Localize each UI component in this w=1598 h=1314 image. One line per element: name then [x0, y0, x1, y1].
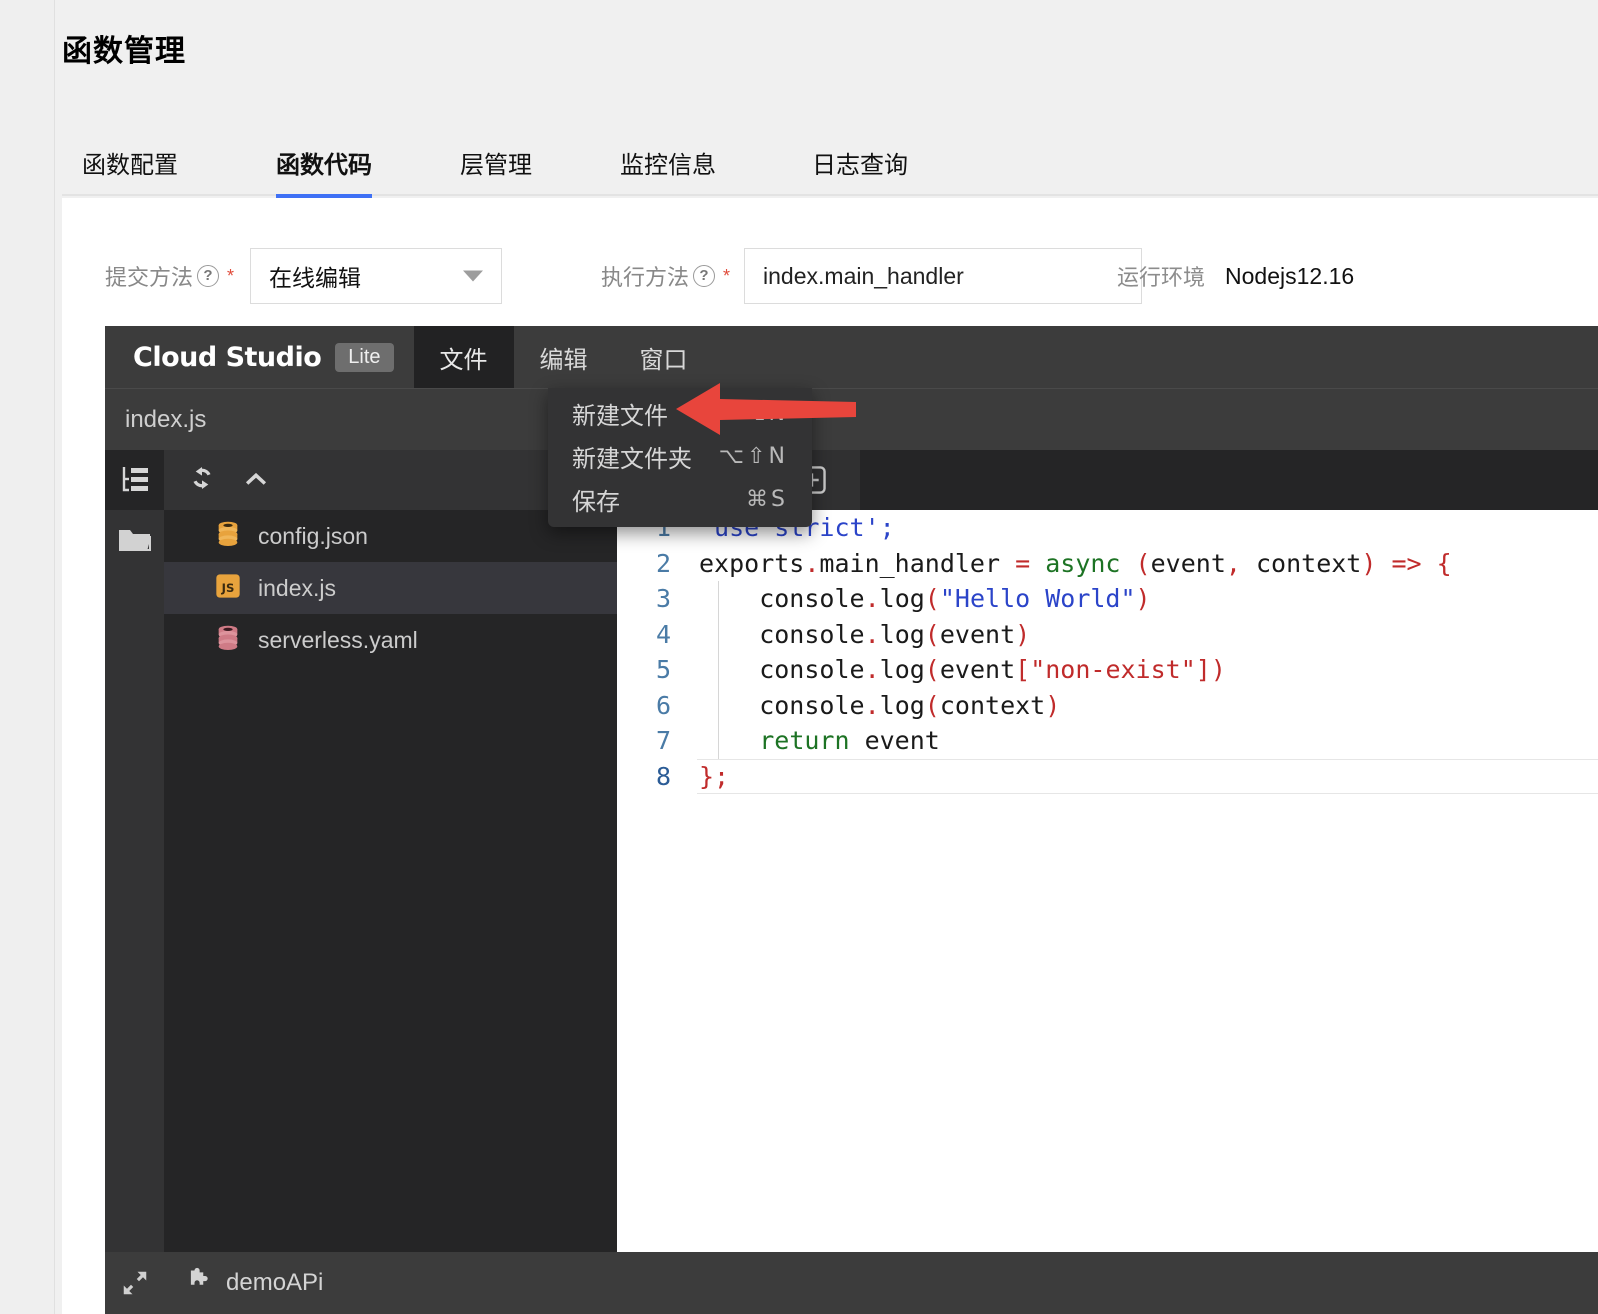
submit-method-value: 在线编辑 — [269, 265, 362, 291]
file-tree-toggle[interactable] — [105, 450, 164, 510]
tree-view-icon — [122, 467, 148, 492]
file-name: serverless.yaml — [258, 626, 418, 653]
folder-icon — [118, 530, 151, 551]
brand-badge: Lite — [335, 342, 394, 372]
js-file-icon: JS — [214, 572, 242, 605]
runtime-value: Nodejs12.16 — [1225, 262, 1355, 289]
tab-bar: 函数配置 函数代码 层管理 监控信息 日志查询 — [62, 128, 1598, 198]
editor-area: index.js 1 'use strict'; — [617, 450, 1598, 1252]
cloud-studio-ide: Cloud Studio Lite 文件 编辑 窗口 index.js conf… — [105, 326, 1598, 1314]
code-line: 6 console.log(context) — [617, 688, 1598, 724]
page-title: 函数管理 — [62, 35, 186, 68]
tab-function-code[interactable]: 函数代码 — [276, 128, 372, 198]
line-number: 3 — [655, 584, 671, 614]
menu-edit[interactable]: 编辑 — [514, 326, 614, 388]
folder-toggle[interactable] — [105, 510, 164, 570]
help-icon[interactable]: ? — [197, 265, 220, 287]
ide-status-bar: demoAPi — [105, 1252, 1598, 1314]
line-text: console.log(event["non-exist"]) — [699, 655, 1226, 685]
menu-item-shortcut: ⌥N — [740, 401, 788, 426]
expand-button[interactable] — [105, 1252, 164, 1314]
line-number: 2 — [655, 548, 671, 578]
handler-label-text: 执行方法 — [601, 265, 690, 290]
code-line: 7 return event — [617, 723, 1598, 759]
menu-window[interactable]: 窗口 — [614, 326, 714, 388]
line-text: exports.main_handler = async (event, con… — [699, 548, 1452, 578]
content-card: 提交方法 ? * 在线编辑 执行方法 ? * 运行环境 N — [62, 198, 1598, 1314]
line-text: console.log("Hello World") — [699, 584, 1151, 614]
app-root: 函数管理 函数配置 函数代码 层管理 监控信息 日志查询 提交方法 ? * 在线… — [0, 0, 1598, 1314]
tab-function-config[interactable]: 函数配置 — [82, 128, 178, 196]
line-text: console.log(event) — [699, 619, 1031, 649]
menu-item-shortcut: ⌥⇧N — [718, 444, 788, 469]
menu-item-label: 保存 — [572, 489, 620, 516]
line-text: }; — [699, 761, 730, 791]
code-line: 5 console.log(event["non-exist"]) — [617, 652, 1598, 688]
refresh-icon[interactable] — [188, 464, 216, 497]
menu-item-save[interactable]: 保存 ⌘S — [548, 478, 812, 521]
submit-method-label: 提交方法 ? * — [105, 260, 234, 292]
menu-file[interactable]: 文件 — [413, 326, 514, 388]
menu-item-shortcut: ⌘S — [746, 487, 788, 512]
code-line: 2 exports.main_handler = async (event, c… — [617, 546, 1598, 582]
expand-arrows-icon — [123, 1271, 146, 1295]
database-icon — [214, 624, 242, 657]
ide-brand: Cloud Studio Lite — [105, 326, 414, 388]
file-name: config.json — [258, 522, 368, 549]
runtime-label: 运行环境 — [1117, 265, 1206, 290]
file-explorer: config.json JS index.js serverless.yaml — [164, 450, 617, 1252]
ide-body: config.json JS index.js serverless.yaml … — [105, 450, 1598, 1252]
submit-method-label-text: 提交方法 — [105, 265, 194, 290]
handler-label: 执行方法 ? * — [601, 260, 730, 292]
code-line: 4 console.log(event) — [617, 617, 1598, 653]
file-item-serverless-yaml[interactable]: serverless.yaml — [164, 614, 617, 666]
handler-input[interactable] — [744, 248, 1143, 304]
menu-item-new-folder[interactable]: 新建文件夹 ⌥⇧N — [548, 435, 812, 478]
form-row: 提交方法 ? * 在线编辑 执行方法 ? * 运行环境 N — [105, 248, 1485, 304]
submit-method-group: 提交方法 ? * 在线编辑 — [105, 248, 503, 304]
file-name: index.js — [258, 574, 336, 601]
submit-method-select[interactable]: 在线编辑 — [250, 248, 503, 304]
open-file-name: index.js — [125, 405, 207, 433]
line-number: 7 — [655, 726, 671, 756]
database-icon — [214, 520, 242, 553]
line-number: 6 — [655, 690, 671, 720]
runtime-group: 运行环境 Nodejs12.16 — [1117, 248, 1354, 304]
code-editor[interactable]: 1 'use strict'; 2 exports.main_handler =… — [617, 510, 1598, 1252]
line-number: 5 — [655, 655, 671, 685]
svg-text:JS: JS — [221, 580, 235, 594]
file-item-index-js[interactable]: JS index.js — [164, 562, 617, 614]
line-text: return event — [759, 726, 940, 756]
code-line: 3 console.log("Hello World") — [617, 581, 1598, 617]
tab-layer-manage[interactable]: 层管理 — [460, 128, 532, 196]
line-text: console.log(context) — [699, 690, 1061, 720]
code-line: 8 }; — [617, 758, 1598, 794]
required-marker: * — [723, 265, 731, 286]
menu-item-new-file[interactable]: 新建文件 ⌥N — [548, 392, 812, 435]
help-icon[interactable]: ? — [693, 265, 716, 287]
file-dropdown-menu: 新建文件 ⌥N 新建文件夹 ⌥⇧N 保存 ⌘S — [548, 388, 812, 527]
menu-item-label: 新建文件夹 — [572, 446, 692, 473]
required-marker: * — [227, 265, 235, 286]
puzzle-piece-icon — [184, 1267, 212, 1300]
ide-file-bar: index.js — [105, 388, 1598, 450]
tab-log-query[interactable]: 日志查询 — [812, 128, 908, 196]
chevron-down-icon — [463, 270, 484, 282]
line-number: 8 — [655, 761, 671, 791]
menu-item-label: 新建文件 — [572, 403, 668, 430]
handler-group: 执行方法 ? * — [601, 248, 1143, 304]
brand-name: Cloud Studio — [133, 341, 322, 373]
status-app[interactable]: demoAPi — [184, 1267, 323, 1300]
tab-monitor-info[interactable]: 监控信息 — [620, 128, 716, 196]
ide-menu-bar: Cloud Studio Lite 文件 编辑 窗口 — [105, 326, 1598, 388]
collapse-all-icon[interactable] — [242, 464, 270, 497]
left-rail — [0, 0, 55, 1314]
status-app-name: demoAPi — [226, 1269, 324, 1296]
line-number: 4 — [655, 619, 671, 649]
activity-bar — [105, 450, 164, 1252]
